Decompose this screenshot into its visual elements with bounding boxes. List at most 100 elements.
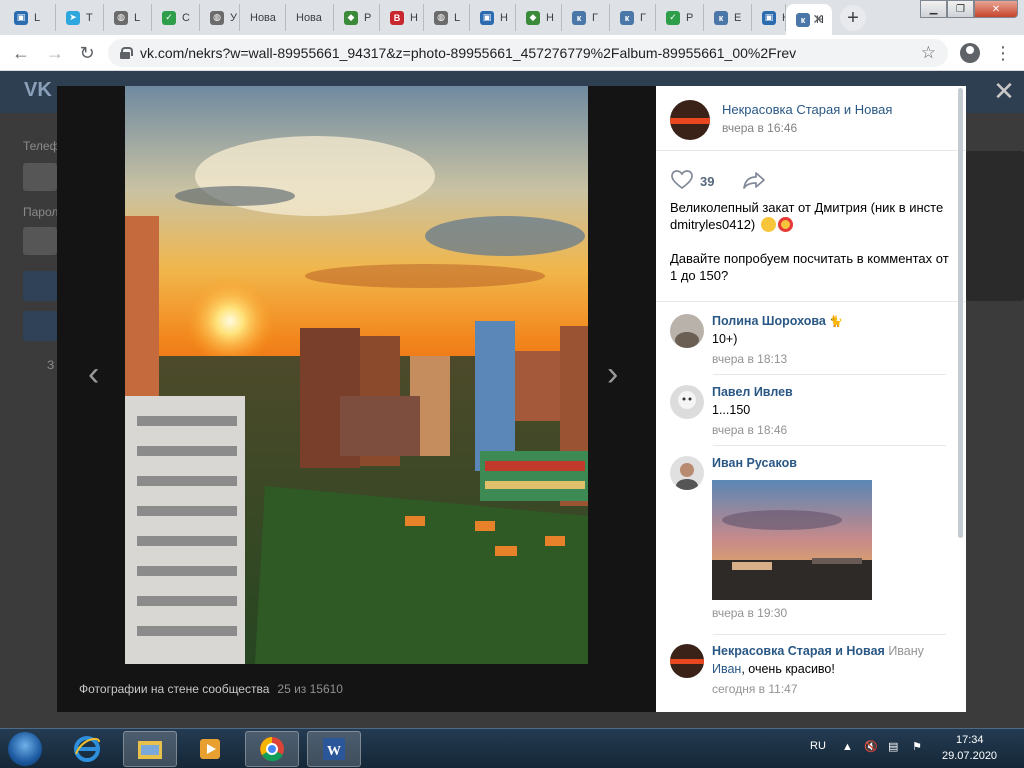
grin-emoji-icon: [760, 217, 776, 232]
browser-tab[interactable]: кГ: [610, 4, 656, 31]
bookmark-star-icon[interactable]: ☆: [921, 43, 936, 63]
lock-icon: [120, 47, 133, 59]
commenter-name[interactable]: Полина Шорохова: [712, 314, 826, 328]
commenter-avatar[interactable]: [670, 314, 704, 348]
language-indicator[interactable]: RU: [810, 740, 826, 752]
svg-text:W: W: [327, 744, 341, 759]
browser-tab[interactable]: ▣ L: [4, 4, 56, 31]
commenter-name[interactable]: Павел Ивлев: [712, 385, 793, 399]
browser-tab[interactable]: ✓ Р: [656, 4, 704, 31]
tab-favicon-icon: ◆: [526, 10, 540, 25]
reload-button[interactable]: ↻: [76, 42, 98, 64]
clock-date[interactable]: 29.07.2020: [942, 750, 997, 762]
share-icon[interactable]: [742, 170, 766, 193]
browser-tab[interactable]: ▣Н: [752, 4, 786, 31]
tab-label: L: [134, 11, 141, 24]
explorer-icon[interactable]: [123, 731, 177, 767]
password-input: [23, 227, 57, 255]
browser-tab[interactable]: ◆ Р: [334, 4, 380, 31]
comment-text: , очень красиво!: [741, 662, 835, 676]
post-author: Некрасовка Старая и Новая вчера в 16:46: [670, 100, 892, 140]
tab-favicon-icon: ◍: [114, 10, 128, 25]
comment-time[interactable]: сегодня в 11:47: [712, 682, 924, 696]
post-text-line1: Великолепный закат от Дмитрия (ник в инс…: [670, 200, 944, 232]
browser-tab[interactable]: кГ: [562, 4, 610, 31]
browser-tab[interactable]: Нова: [240, 4, 286, 31]
comment-time[interactable]: вчера в 19:30: [712, 606, 872, 620]
browser-tab[interactable]: ➤ Т: [56, 4, 104, 31]
browser-tab[interactable]: Нова: [286, 4, 334, 31]
comment-photo[interactable]: [712, 480, 872, 600]
tab-favicon-icon: к: [714, 10, 728, 25]
author-name[interactable]: Некрасовка Старая и Новая: [722, 102, 892, 117]
browser-tab[interactable]: ◍ У: [200, 4, 240, 31]
divider: [656, 301, 966, 302]
new-tab-button[interactable]: +: [840, 5, 866, 31]
tab-label: Н: [500, 11, 508, 24]
commenter-name[interactable]: Некрасовка Старая и Новая: [712, 644, 885, 658]
browser-tab[interactable]: кЕ: [704, 4, 752, 31]
chrome-icon[interactable]: [245, 731, 299, 767]
commenter-avatar[interactable]: [670, 644, 704, 678]
post-panel: Некрасовка Старая и Новая вчера в 16:46 …: [656, 86, 966, 712]
comment-time[interactable]: вчера в 18:13: [712, 352, 843, 366]
browser-tab[interactable]: ◍ L: [424, 4, 470, 31]
minimize-button[interactable]: ▁: [920, 0, 947, 18]
previous-photo-icon[interactable]: ‹: [88, 357, 108, 391]
community-avatar[interactable]: [670, 100, 710, 140]
panel-scrollbar[interactable]: [958, 88, 963, 538]
word-icon[interactable]: W: [307, 731, 361, 767]
back-button[interactable]: ←: [10, 42, 32, 64]
tab-favicon-icon: ◍: [210, 10, 224, 25]
tab-label: У: [230, 11, 237, 24]
password-label: Парол: [23, 205, 59, 219]
clock-time[interactable]: 17:34: [956, 734, 984, 746]
commenter-avatar[interactable]: [670, 385, 704, 419]
tab-label: L: [454, 11, 461, 24]
tab-favicon-icon: ▣: [762, 10, 776, 25]
tab-label: Н: [546, 11, 554, 24]
sunset-photo[interactable]: [125, 86, 588, 664]
window-controls: ▁ ❐ ✕: [920, 0, 1018, 18]
tab-favicon-icon: ▣: [480, 10, 494, 25]
close-viewer-icon[interactable]: ✕: [992, 78, 1016, 104]
browser-menu-icon[interactable]: ⋮: [994, 43, 1012, 63]
cat-emoji-icon: 🐈: [829, 316, 843, 328]
like-icon[interactable]: [670, 170, 694, 193]
browser-tab[interactable]: ✓ С: [152, 4, 200, 31]
comment-item: Полина Шорохова 🐈 10+) вчера в 18:13: [670, 314, 843, 366]
commenter-name[interactable]: Иван Русаков: [712, 456, 872, 470]
browser-tab[interactable]: ВН: [380, 4, 424, 31]
media-player-icon[interactable]: [183, 731, 237, 767]
tab-favicon-icon: ▣: [14, 10, 28, 25]
browser-tab[interactable]: ◆ Н: [516, 4, 562, 31]
volume-muted-icon[interactable]: 🔇: [864, 740, 878, 753]
tab-favicon-icon: ◆: [344, 10, 358, 25]
register-button: [23, 311, 57, 341]
album-link[interactable]: Фотографии на стене сообщества: [79, 682, 269, 696]
action-center-icon[interactable]: ⚑: [912, 740, 922, 753]
start-button[interactable]: [8, 732, 42, 766]
maximize-button[interactable]: ❐: [947, 0, 974, 18]
reply-to[interactable]: Ивану: [888, 644, 924, 658]
account-icon[interactable]: [960, 43, 980, 63]
ie-icon[interactable]: [60, 731, 114, 767]
divider: [656, 150, 966, 151]
browser-tab[interactable]: ◍ L: [104, 4, 152, 31]
comment-item: Павел Ивлев 1...150 вчера в 18:46: [670, 385, 793, 437]
network-icon[interactable]: ▤: [888, 740, 898, 753]
forward-button[interactable]: →: [44, 42, 66, 64]
reply-link[interactable]: Иван: [712, 662, 741, 676]
post-time[interactable]: вчера в 16:46: [722, 121, 892, 135]
phone-input: [23, 163, 57, 191]
next-photo-icon[interactable]: ›: [607, 357, 627, 391]
vk-favicon-icon: к: [796, 12, 810, 27]
show-hidden-icons-icon[interactable]: ▲: [842, 741, 853, 753]
comment-time[interactable]: вчера в 18:46: [712, 423, 793, 437]
window-close-button[interactable]: ✕: [974, 0, 1018, 18]
browser-tab[interactable]: ▣Н: [470, 4, 516, 31]
commenter-avatar[interactable]: [670, 456, 704, 490]
tab-active[interactable]: к Н ✕: [786, 4, 832, 35]
address-bar[interactable]: vk.com/nekrs?w=wall-89955661_94317&z=pho…: [108, 39, 948, 67]
close-tab-icon[interactable]: ✕: [812, 11, 824, 28]
